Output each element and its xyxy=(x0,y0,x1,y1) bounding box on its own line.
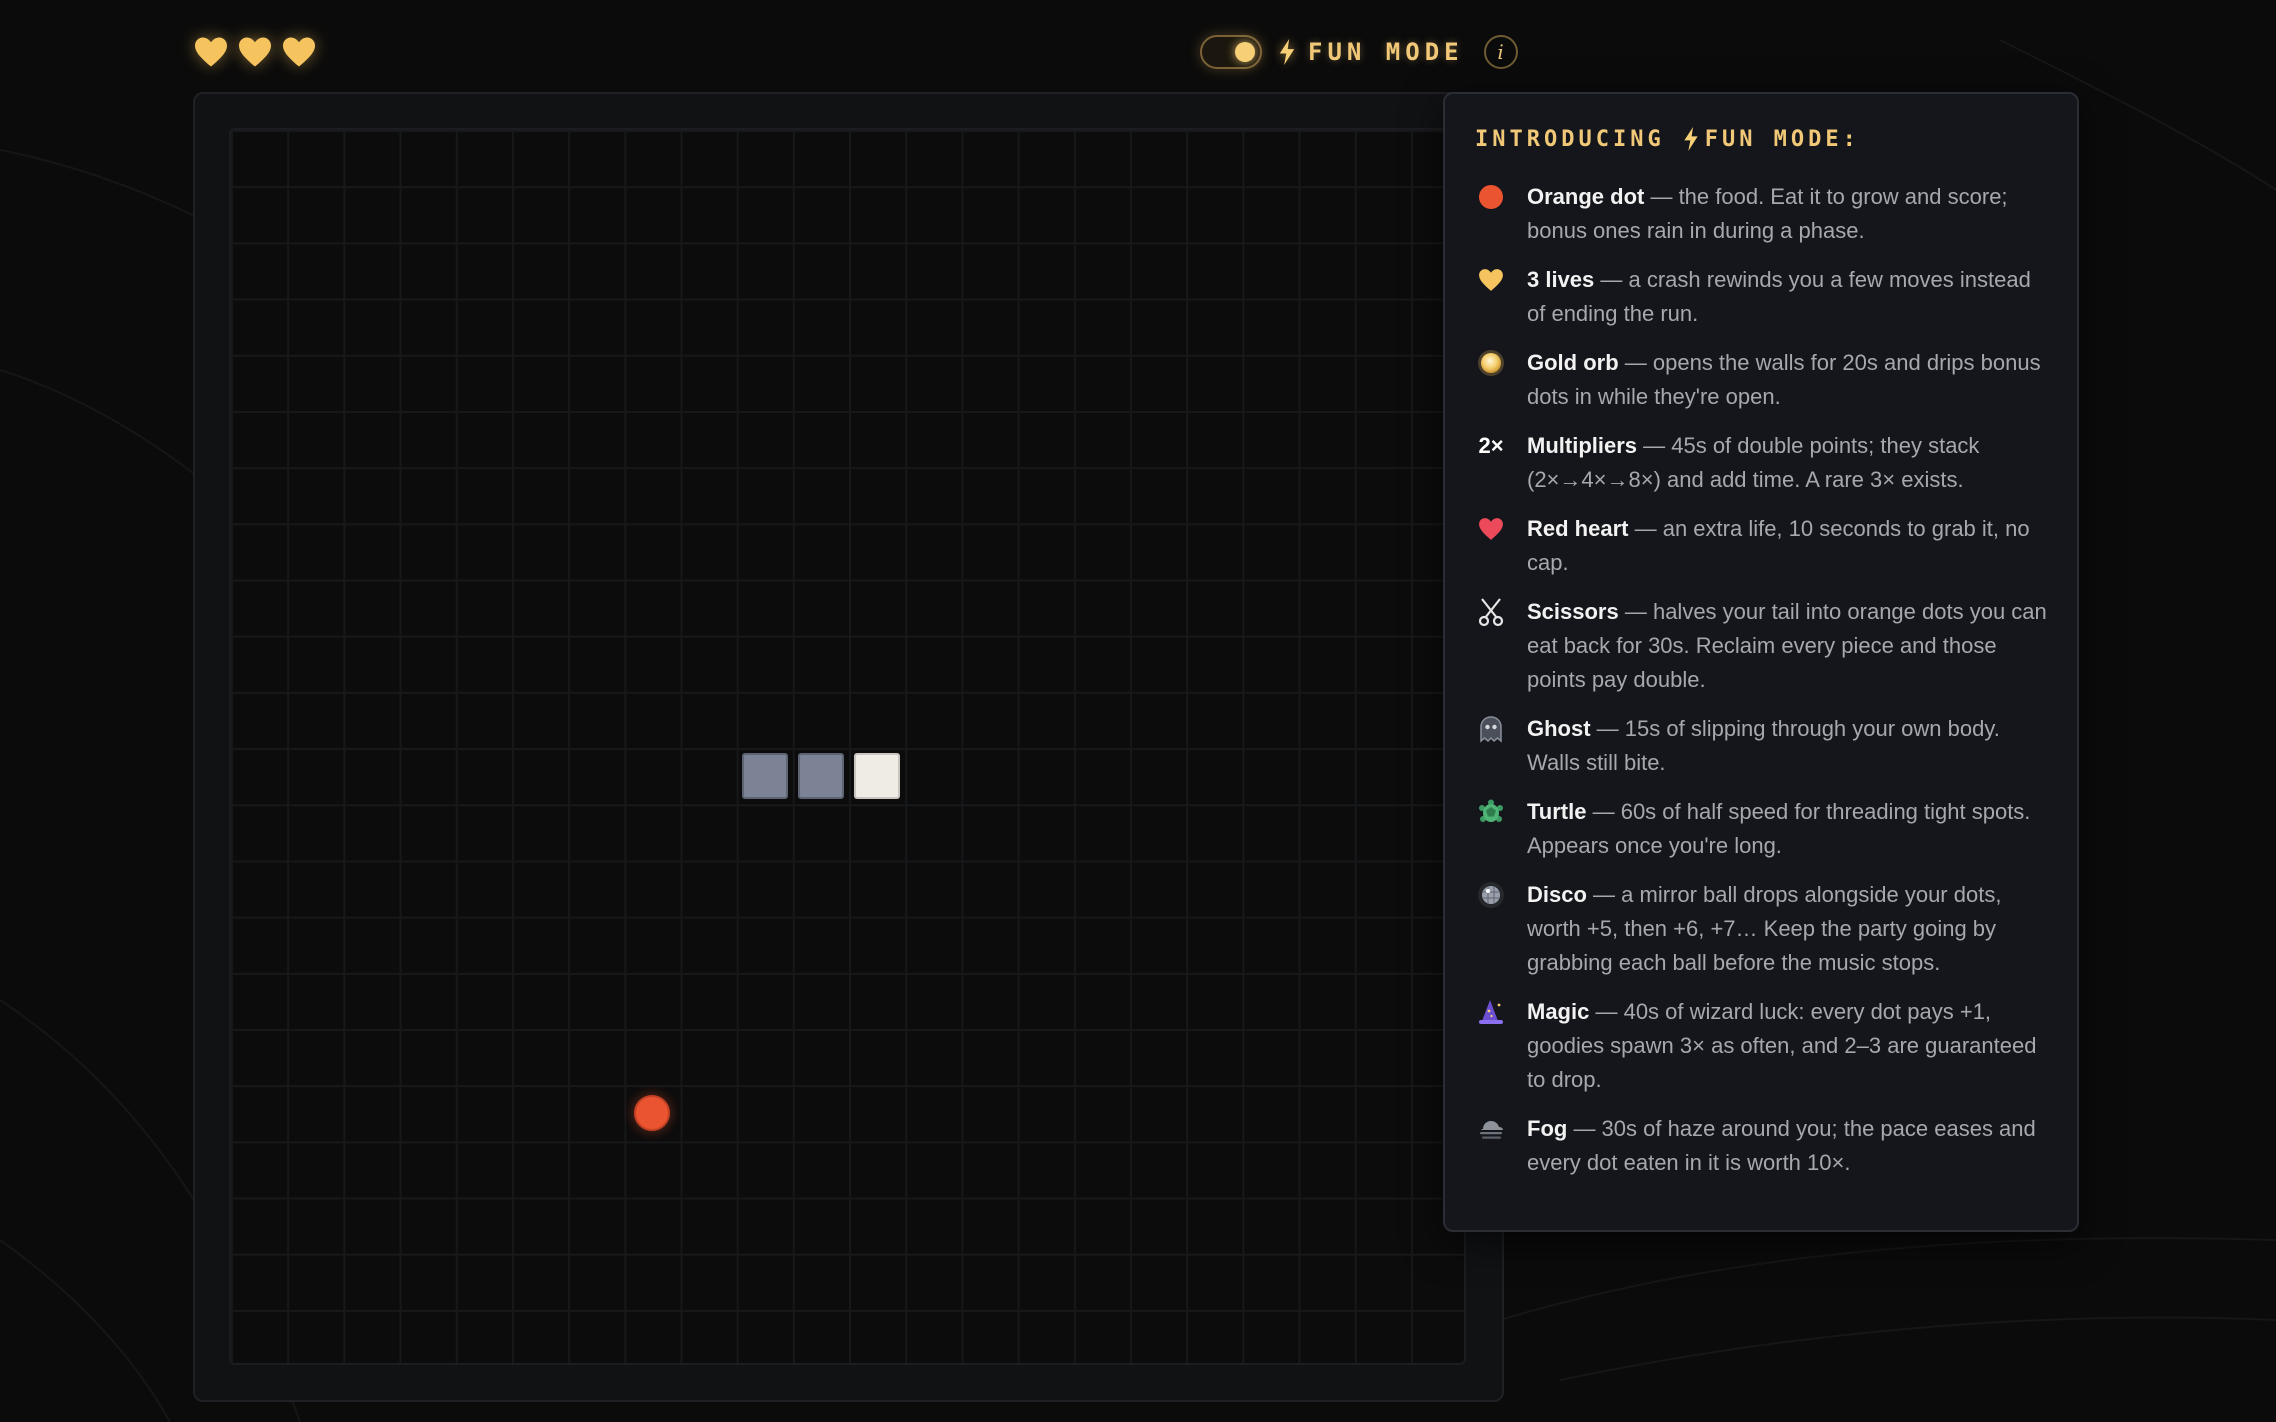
rule-text: Multipliers — 45s of double points; they… xyxy=(1527,429,2047,497)
rule-item: Fog — 30s of haze around you; the pace e… xyxy=(1475,1112,2047,1180)
gold-heart-icon xyxy=(239,37,271,67)
lightning-bolt-icon xyxy=(1279,39,1295,65)
fun-mode-toggle[interactable] xyxy=(1200,35,1262,69)
rule-text: Ghost — 15s of slipping through your own… xyxy=(1527,712,2047,780)
rule-item: Scissors — halves your tail into orange … xyxy=(1475,595,2047,697)
rule-text: 3 lives — a crash rewinds you a few move… xyxy=(1527,263,2047,331)
gold-heart-icon xyxy=(1475,263,1507,297)
rule-name: Gold orb xyxy=(1527,350,1619,375)
rule-text: Turtle — 60s of half speed for threading… xyxy=(1527,795,2047,863)
rule-item: Red heart — an extra life, 10 seconds to… xyxy=(1475,512,2047,580)
rule-description: — 30s of haze around you; the pace eases… xyxy=(1527,1116,2036,1175)
rule-item: Turtle — 60s of half speed for threading… xyxy=(1475,795,2047,863)
gold-heart-icon xyxy=(283,37,315,67)
rule-item: 2× Multipliers — 45s of double points; th… xyxy=(1475,429,2047,497)
rule-item: Orange dot — the food. Eat it to grow an… xyxy=(1475,180,2047,248)
rule-name: Turtle xyxy=(1527,799,1587,824)
snake-head xyxy=(854,753,901,800)
rules-list: Orange dot — the food. Eat it to grow an… xyxy=(1475,180,2047,1180)
2x-icon: 2× xyxy=(1475,429,1507,463)
rule-item: Gold orb — opens the walls for 20s and d… xyxy=(1475,346,2047,414)
rule-description: — 60s of half speed for threading tight … xyxy=(1527,799,2031,858)
rule-name: Disco xyxy=(1527,882,1587,907)
fun-mode-info-panel: INTRODUCING FUN MODE: Orange dot — the f… xyxy=(1443,92,2079,1232)
orange-dot-food xyxy=(634,1095,671,1132)
title-suffix: FUN MODE: xyxy=(1704,126,1860,152)
rule-item: Magic — 40s of wizard luck: every dot pa… xyxy=(1475,995,2047,1097)
info-button[interactable]: i xyxy=(1483,35,1518,69)
rule-name: Scissors xyxy=(1527,599,1619,624)
rule-name: Orange dot xyxy=(1527,184,1645,209)
rule-description: — 15s of slipping through your own body.… xyxy=(1527,716,2000,775)
rule-item: Ghost — 15s of slipping through your own… xyxy=(1475,712,2047,780)
rule-description: — a mirror ball drops alongside your dot… xyxy=(1527,882,2002,975)
game-board[interactable] xyxy=(229,128,1466,1365)
turtle-icon xyxy=(1475,795,1507,829)
toggle-knob xyxy=(1235,42,1255,62)
ghost-icon xyxy=(1475,712,1507,746)
rule-name: Red heart xyxy=(1527,516,1629,541)
rule-description: — a crash rewinds you a few moves instea… xyxy=(1527,267,2031,326)
fun-mode-label[interactable]: FUN MODE xyxy=(1308,38,1464,66)
fun-mode-bar: FUN MODE i xyxy=(1200,32,1518,72)
multiplier-label: 2× xyxy=(1478,433,1504,458)
rule-item: Disco — a mirror ball drops alongside yo… xyxy=(1475,878,2047,980)
lives-indicator xyxy=(193,36,317,68)
wizard-hat-icon xyxy=(1475,995,1507,1029)
scissors-icon xyxy=(1475,595,1507,629)
orange-dot-icon xyxy=(1475,180,1507,214)
info-panel-title: INTRODUCING FUN MODE: xyxy=(1475,124,2047,154)
rule-name: Multipliers xyxy=(1527,433,1638,458)
rule-name: Fog xyxy=(1527,1116,1568,1141)
rule-name: Ghost xyxy=(1527,716,1591,741)
rule-name: Magic xyxy=(1527,999,1590,1024)
rule-text: Disco — a mirror ball drops alongside yo… xyxy=(1527,878,2047,980)
fog-cloud-icon xyxy=(1475,1112,1507,1146)
title-prefix: INTRODUCING xyxy=(1475,126,1665,152)
rule-text: Red heart — an extra life, 10 seconds to… xyxy=(1527,512,2047,580)
rule-item: 3 lives — a crash rewinds you a few move… xyxy=(1475,263,2047,331)
rule-text: Fog — 30s of haze around you; the pace e… xyxy=(1527,1112,2047,1180)
snake-body-segment xyxy=(741,753,788,800)
red-heart-icon xyxy=(1475,512,1507,546)
rule-text: Orange dot — the food. Eat it to grow an… xyxy=(1527,180,2047,248)
rule-description: — 40s of wizard luck: every dot pays +1,… xyxy=(1527,999,2037,1092)
rule-text: Magic — 40s of wizard luck: every dot pa… xyxy=(1527,995,2047,1097)
snake-body-segment xyxy=(798,753,844,800)
gold-orb-icon xyxy=(1475,346,1507,380)
disco-ball-icon xyxy=(1475,878,1507,912)
rule-text: Scissors — halves your tail into orange … xyxy=(1527,595,2047,697)
rule-text: Gold orb — opens the walls for 20s and d… xyxy=(1527,346,2047,414)
gold-heart-icon xyxy=(195,37,227,67)
rule-name: 3 lives xyxy=(1527,267,1595,292)
lightning-bolt-icon xyxy=(1684,127,1698,151)
